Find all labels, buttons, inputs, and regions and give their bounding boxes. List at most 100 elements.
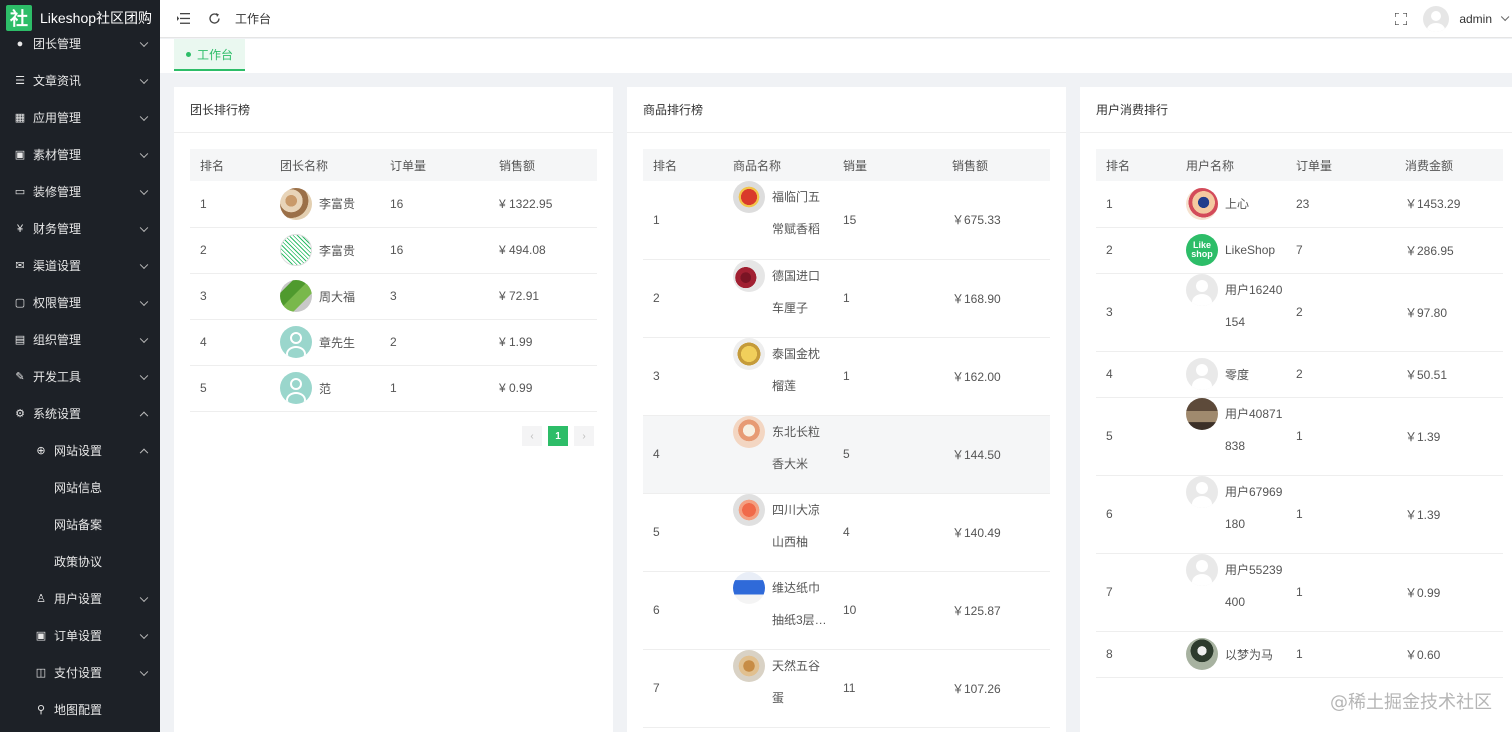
table-row: 4 章先生 2 ¥ 1.99 [190,319,597,366]
user-icon: ● [16,37,24,50]
user-name: 用户16240 154 [1186,273,1286,338]
user-avatar [1186,638,1218,670]
sidebar-item-label: 装修管理 [33,185,82,199]
sidebar-item[interactable]: ▤ 组织管理 [0,321,160,358]
pagination: ‹ 1 › [522,426,600,446]
chevron-down-icon [139,149,149,158]
app-logo[interactable]: 社 Likeshop社区团购 [0,0,160,35]
name-cell: 李富贵 [270,227,380,274]
table-row: 1 福临门五 常赋香稻 15 ￥675.33 [643,181,1050,260]
sidebar-item[interactable]: ▭ 装修管理 [0,173,160,210]
orders-cell: 2 [1286,273,1395,352]
default-avatar-icon [1186,273,1218,306]
sidebar-item[interactable]: ▢ 权限管理 [0,284,160,321]
sidebar-item[interactable]: 网站备案 [0,506,160,543]
orders-cell: 7 [1286,227,1395,274]
chevron-down-icon [139,667,149,676]
user-name-text: 上心 [1225,197,1250,212]
product-name-line1: 泰国金枕 [772,346,821,361]
logo-mark: 社 [6,4,32,31]
name-cell: 用户40871 838 [1176,397,1286,476]
sidebar-item-label: 网站信息 [54,481,103,495]
product-name-line1: 东北长粒 [772,424,821,439]
rank-cell: 4 [1096,351,1176,398]
leader-name: 章先生 [280,326,380,358]
sales-cell: ￥675.33 [942,181,1050,260]
sidebar-item[interactable]: ▣ 订单设置 [0,617,160,654]
orders-cell: 3 [380,273,489,320]
sidebar-item[interactable]: 网站信息 [0,469,160,506]
user-avatar [1186,187,1218,220]
sidebar-item[interactable]: ✉ 渠道设置 [0,247,160,284]
sidebar-item[interactable]: ☰ 文章资讯 [0,62,160,99]
leader-name: 周大福 [280,280,380,312]
page-1-button[interactable]: 1 [548,426,568,446]
sidebar-item[interactable]: ¥ 财务管理 [0,210,160,247]
rank-cell: 2 [643,259,723,338]
finance-icon: ¥ [16,222,24,235]
column-header: 销售额 [489,149,597,181]
column-header: 排名 [643,149,723,181]
sales-count-cell: 1 [833,337,942,416]
default-avatar-icon [1186,358,1218,390]
menu-fold-icon[interactable] [175,11,191,27]
column-header: 商品名称 [723,149,833,181]
sidebar-item-label: 用户设置 [54,592,103,606]
sidebar-item[interactable]: ⊕ 网站设置 [0,432,160,469]
name-cell: 章先生 [270,319,380,366]
product-name-line2: 香大米 [772,456,809,471]
chevron-down-icon [139,186,149,195]
sidebar-item[interactable]: ▣ 素材管理 [0,136,160,173]
sidebar-item[interactable]: ◫ 支付设置 [0,654,160,691]
amount-cell: ￥50.51 [1395,351,1503,398]
admin-name[interactable]: admin [1459,12,1492,26]
orders-cell: 1 [1286,631,1395,678]
product-name-text: 东北长粒 香大米 [772,416,820,480]
goods-rank-card: 商品排行榜 排名 商品名称 销量 销售额 1 福临门五 常赋香稻 15 ￥675.33 2… [627,87,1066,732]
rank-cell: 4 [643,415,723,494]
breadcrumb: 工作台 [235,12,272,26]
table-row: 3 周大福 3 ¥ 72.91 [190,273,597,320]
refresh-icon[interactable] [206,11,222,27]
rank-cell: 6 [1096,475,1176,554]
name-cell: Like shop LikeShop [1176,227,1286,274]
sidebar-item[interactable]: ⚲ 地图配置 [0,691,160,728]
chevron-up-icon [139,411,149,420]
prev-page-button[interactable]: ‹ [522,426,542,446]
leader-avatar [280,187,312,220]
rank-cell: 1 [1096,181,1176,228]
leader-rank-card: 团长排行榜 排名 团长名称 订单量 销售额 1 李富贵 16 ¥ 1322.95 2 李富… [174,87,613,732]
product-name-text: 泰国金枕 榴莲 [772,338,820,402]
name-cell: 周大福 [270,273,380,320]
table-row: 7 天然五谷蛋 11 ￥107.26 [643,649,1050,728]
sidebar-item[interactable]: ✎ 开发工具 [0,358,160,395]
user-avatar [1186,397,1218,430]
sidebar-item-label: 渠道设置 [33,259,82,273]
sales-cell: ¥ 72.91 [489,273,597,320]
leader-rank-table: 排名 团长名称 订单量 销售额 1 李富贵 16 ¥ 1322.95 2 李富贵 16 ¥ 4… [190,149,597,412]
sidebar-item-label: 应用管理 [33,111,82,125]
fullscreen-icon[interactable] [1393,11,1409,27]
sidebar-item[interactable]: ♙ 用户设置 [0,580,160,617]
product-thumbnail [733,493,765,526]
sidebar-item[interactable]: ▦ 应用管理 [0,99,160,136]
next-page-button[interactable]: › [574,426,594,446]
name-cell: 德国进口 车厘子 [723,259,833,338]
orders-cell: 16 [380,227,489,274]
sidebar-item[interactable]: 政策协议 [0,543,160,580]
admin-avatar[interactable] [1423,6,1450,32]
product-name-line1: 维达纸巾 [772,580,821,595]
product-name: 福临门五 常赋香稻 [733,181,833,245]
orders-cell: 1 [1286,553,1395,632]
default-avatar-icon [1186,475,1218,508]
name-cell: 用户67969 180 [1176,475,1286,554]
sidebar-item[interactable]: ⚙ 系统设置 [0,395,160,432]
card-title: 团长排行榜 [174,87,613,133]
tab-bar: 工作台 [160,39,1512,73]
chevron-down-icon[interactable] [1500,12,1510,22]
default-avatar-icon [280,372,312,404]
tab-workbench[interactable]: 工作台 [174,39,246,71]
sales-cell: ￥107.26 [942,649,1050,728]
product-name-line2: 抽纸3层… [772,612,827,627]
name-cell: 用户55239 400 [1176,553,1286,632]
